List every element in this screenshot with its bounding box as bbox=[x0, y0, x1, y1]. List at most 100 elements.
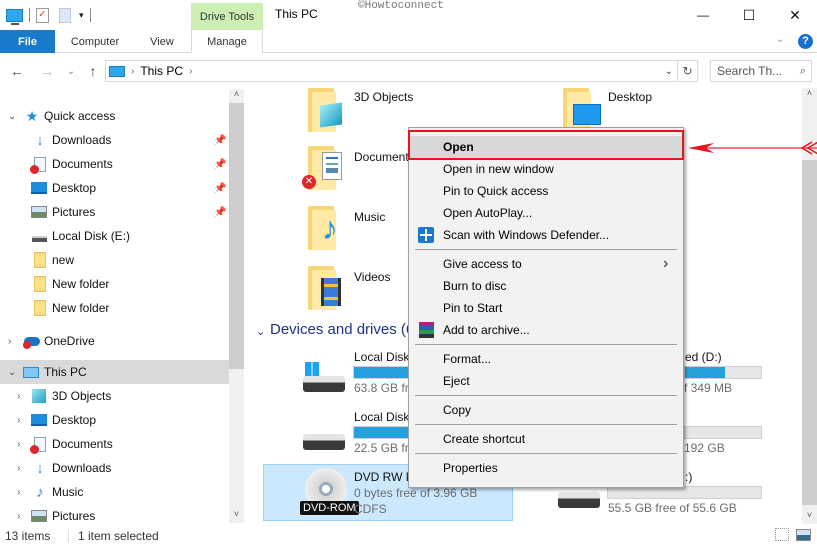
nav-scrollbar[interactable]: ˄ ˅ bbox=[229, 89, 244, 523]
menu-item-open-autoplay[interactable]: Open AutoPlay... bbox=[409, 202, 683, 224]
chevron-right-icon[interactable]: › bbox=[17, 391, 20, 402]
menu-item-pin-to-start[interactable]: Pin to Start bbox=[409, 297, 683, 319]
close-button[interactable]: ✕ bbox=[772, 0, 817, 30]
scroll-down-icon[interactable]: ˅ bbox=[802, 510, 817, 524]
quick-access-toolbar: ✓ ▾ bbox=[6, 6, 97, 25]
menu-item-give-access[interactable]: Give access to › bbox=[409, 253, 683, 275]
folder-label[interactable]: Music bbox=[354, 210, 385, 224]
address-dropdown-icon[interactable]: ⌄ bbox=[665, 66, 673, 77]
scroll-thumb[interactable] bbox=[802, 160, 817, 505]
chevron-right-icon[interactable]: › bbox=[17, 511, 20, 522]
nav-documents[interactable]: › Documents bbox=[0, 432, 230, 456]
nav-pictures[interactable]: › Pictures bbox=[0, 504, 230, 526]
chevron-right-icon[interactable]: › bbox=[17, 463, 20, 474]
pin-icon[interactable]: 📌 bbox=[214, 159, 226, 170]
folder-videos[interactable] bbox=[308, 266, 348, 312]
folder-label[interactable]: Videos bbox=[354, 270, 390, 284]
drive-label[interactable]: Local Disk bbox=[354, 410, 409, 424]
nav-quick-new[interactable]: new bbox=[0, 248, 230, 272]
drive-label[interactable]: :) bbox=[685, 470, 692, 484]
usage-fill bbox=[354, 367, 408, 378]
recent-locations-button[interactable]: ⌄ bbox=[62, 62, 80, 80]
maximize-button[interactable]: ☐ bbox=[726, 0, 772, 30]
search-input[interactable]: Search Th... ⌕ bbox=[710, 60, 812, 82]
drive-label[interactable]: ed (D:) bbox=[685, 350, 722, 364]
menu-item-eject[interactable]: Eject bbox=[409, 370, 683, 392]
nav-quick-pictures[interactable]: Pictures 📌 bbox=[0, 200, 230, 224]
chevron-down-icon[interactable]: ⌄ bbox=[256, 325, 265, 338]
scroll-down-icon[interactable]: ˅ bbox=[229, 509, 244, 523]
help-button[interactable]: ? bbox=[798, 34, 813, 49]
tab-view[interactable]: View bbox=[138, 30, 186, 53]
group-header-devices[interactable]: Devices and drives (6 bbox=[270, 321, 414, 338]
drive-label[interactable]: Local Disk bbox=[354, 350, 409, 364]
customize-dropdown-icon[interactable]: ▾ bbox=[79, 10, 84, 21]
nav-downloads[interactable]: › ↓ Downloads bbox=[0, 456, 230, 480]
refresh-button[interactable]: ↻ bbox=[677, 61, 697, 81]
nav-quick-local-disk-e[interactable]: Local Disk (E:) bbox=[0, 224, 230, 248]
nav-quick-downloads[interactable]: ↓ Downloads 📌 bbox=[0, 128, 230, 152]
tab-computer[interactable]: Computer bbox=[60, 30, 130, 53]
nav-quick-documents[interactable]: Documents 📌 bbox=[0, 152, 230, 176]
nav-onedrive[interactable]: › OneDrive bbox=[0, 329, 230, 353]
nav-music[interactable]: › ♪ Music bbox=[0, 480, 230, 504]
drive-label[interactable]: DVD RW D bbox=[354, 470, 414, 484]
nav-quick-access[interactable]: ⌄ ★ Quick access bbox=[0, 104, 230, 128]
pin-icon[interactable]: 📌 bbox=[214, 207, 226, 218]
folder-label[interactable]: Document bbox=[354, 150, 409, 164]
up-button[interactable]: ↑ bbox=[84, 62, 102, 80]
folder-documents[interactable]: ✕ bbox=[302, 146, 348, 196]
properties-icon[interactable]: ✓ bbox=[36, 7, 49, 23]
menu-item-format[interactable]: Format... bbox=[409, 348, 683, 370]
pin-icon[interactable]: 📌 bbox=[214, 183, 226, 194]
chevron-right-icon[interactable]: › bbox=[17, 439, 20, 450]
folder-music[interactable]: ♪ bbox=[308, 206, 348, 252]
scroll-up-icon[interactable]: ˄ bbox=[802, 88, 817, 102]
nav-this-pc[interactable]: ⌄ This PC bbox=[0, 360, 230, 384]
menu-item-open-new-window[interactable]: Open in new window bbox=[409, 158, 683, 180]
menu-item-create-shortcut[interactable]: Create shortcut bbox=[409, 428, 683, 450]
menu-item-scan-defender[interactable]: Scan with Windows Defender... bbox=[409, 224, 683, 246]
address-bar[interactable]: › This PC › ⌄ ↻ bbox=[105, 60, 698, 82]
folder-3d-objects[interactable] bbox=[308, 88, 348, 134]
forward-button[interactable]: → bbox=[38, 62, 56, 80]
drive-local-disk-2[interactable] bbox=[303, 432, 347, 452]
details-view-button[interactable] bbox=[775, 528, 789, 541]
chevron-right-icon[interactable]: › bbox=[17, 415, 20, 426]
folder-label[interactable]: 3D Objects bbox=[354, 90, 413, 104]
computer-icon[interactable] bbox=[6, 8, 23, 25]
drive-c[interactable] bbox=[303, 360, 347, 396]
menu-item-add-to-archive[interactable]: Add to archive... bbox=[409, 319, 683, 341]
tab-manage[interactable]: Manage bbox=[191, 30, 263, 53]
menu-item-pin-quick-access[interactable]: Pin to Quick access bbox=[409, 180, 683, 202]
menu-item-properties[interactable]: Properties bbox=[409, 457, 683, 479]
menu-item-copy[interactable]: Copy bbox=[409, 399, 683, 421]
breadcrumb-this-pc[interactable]: This PC bbox=[140, 64, 183, 78]
chevron-down-icon[interactable]: ⌄ bbox=[8, 367, 16, 378]
menu-separator bbox=[415, 344, 677, 345]
scroll-thumb[interactable] bbox=[229, 103, 244, 369]
large-icons-view-button[interactable] bbox=[796, 529, 811, 541]
scroll-up-icon[interactable]: ˄ bbox=[229, 89, 244, 103]
new-folder-icon[interactable] bbox=[59, 7, 71, 23]
computer-icon bbox=[23, 364, 39, 380]
folder-label[interactable]: Desktop bbox=[608, 90, 652, 104]
back-button[interactable]: ← bbox=[8, 62, 26, 80]
chevron-right-icon[interactable]: › bbox=[17, 487, 20, 498]
tab-file[interactable]: File bbox=[0, 30, 55, 53]
expand-ribbon-button[interactable]: ⌄ bbox=[776, 34, 784, 45]
music-icon: ♪ bbox=[322, 210, 338, 246]
nav-3d-objects[interactable]: › 3D Objects bbox=[0, 384, 230, 408]
drive-last[interactable] bbox=[558, 492, 602, 512]
chevron-right-icon[interactable]: › bbox=[8, 336, 11, 347]
breadcrumb-chevron[interactable]: › bbox=[189, 66, 192, 77]
minimize-button[interactable]: — bbox=[680, 0, 726, 30]
menu-item-burn-to-disc[interactable]: Burn to disc bbox=[409, 275, 683, 297]
nav-quick-desktop[interactable]: Desktop 📌 bbox=[0, 176, 230, 200]
chevron-down-icon[interactable]: ⌄ bbox=[8, 111, 16, 122]
nav-desktop[interactable]: › Desktop bbox=[0, 408, 230, 432]
nav-quick-new-folder[interactable]: New folder bbox=[0, 272, 230, 296]
document-icon bbox=[322, 152, 342, 180]
nav-quick-new-folder-2[interactable]: New folder bbox=[0, 296, 230, 320]
pin-icon[interactable]: 📌 bbox=[214, 135, 226, 146]
